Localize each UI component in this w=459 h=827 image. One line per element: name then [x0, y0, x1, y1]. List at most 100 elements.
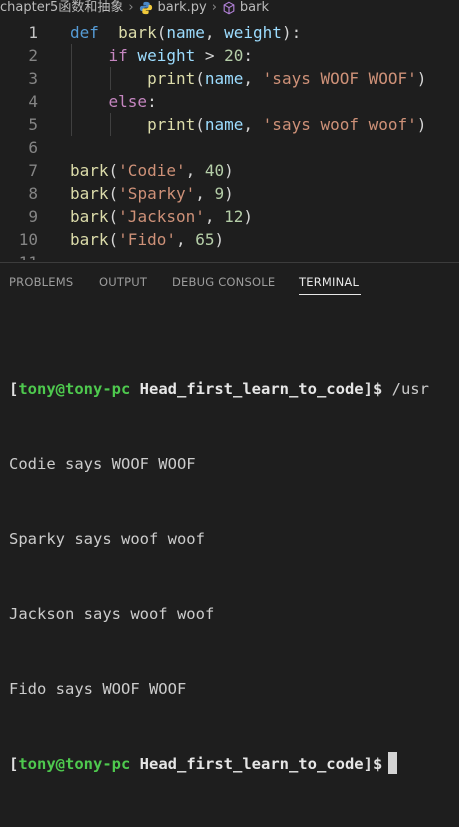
terminal-output-line: Fido says WOOF WOOF [9, 680, 187, 698]
code-text: bark('Fido', 65) [70, 228, 224, 251]
code-token: : [243, 46, 254, 65]
code-line[interactable]: 9 bark('Jackson', 12) [0, 205, 459, 228]
code-text: def bark(name, weight): [70, 21, 301, 44]
code-text: else: [70, 90, 157, 113]
code-line[interactable]: 2 if weight > 20: [0, 44, 459, 67]
code-token: : [147, 92, 157, 111]
code-token: print [147, 69, 196, 88]
tab-output[interactable]: OUTPUT [99, 275, 147, 289]
code-token: , [243, 69, 263, 88]
code-token: 65 [195, 230, 215, 249]
code-line[interactable]: 1 def bark(name, weight): [0, 21, 459, 44]
code-token: if [108, 46, 128, 65]
code-token: 20 [224, 46, 244, 65]
code-token: ): [281, 23, 302, 42]
code-text: print(name, 'says woof woof') [70, 113, 426, 136]
code-token: ) [416, 115, 427, 134]
code-line[interactable]: 11 [0, 251, 459, 260]
code-editor[interactable]: 1 def bark(name, weight): 2 if weight > 20… [0, 20, 459, 260]
prompt-symbol: ]$ [363, 380, 383, 398]
terminal-cursor [388, 752, 398, 774]
prompt-cwd: Head_first_learn_to_code [139, 380, 364, 398]
terminal-command: /usr [382, 380, 429, 398]
code-line[interactable]: 4 else: [0, 90, 459, 113]
code-token: ) [214, 230, 225, 249]
code-token: ) [224, 184, 234, 203]
code-token: 'Codie' [118, 161, 186, 180]
code-token: ( [108, 230, 119, 249]
code-token: ) [416, 69, 427, 88]
function-symbol-icon [223, 1, 235, 15]
bottom-panel: PROBLEMS OUTPUT DEBUG CONSOLE TERMINAL [… [0, 262, 459, 774]
code-token: bark [70, 230, 109, 249]
chevron-right-icon: › [211, 0, 217, 15]
indent-guide [110, 113, 111, 136]
code-line[interactable]: 10 bark('Fido', 65) [0, 228, 459, 251]
indent-guide [110, 67, 111, 90]
line-number: 10 [18, 230, 38, 249]
prompt-user-host: tony@tony-pc [18, 755, 131, 773]
code-token: , [204, 207, 225, 226]
code-token: else [108, 92, 148, 111]
line-number: 9 [28, 207, 38, 226]
code-text: bark('Codie', 40) [70, 159, 234, 182]
breadcrumb-symbol[interactable]: bark [240, 0, 269, 16]
code-token: ( [195, 69, 205, 88]
code-token: ( [195, 115, 205, 134]
line-number: 6 [28, 138, 38, 157]
line-number: 7 [28, 161, 38, 180]
code-token: name [204, 115, 244, 134]
terminal-output-line: Codie says WOOF WOOF [9, 455, 196, 473]
tab-problems[interactable]: PROBLEMS [9, 275, 73, 289]
code-token: def [70, 23, 99, 42]
code-line[interactable]: 8 bark('Sparky', 9) [0, 182, 459, 205]
code-token: 'Sparky' [118, 184, 196, 203]
code-token: ) [224, 161, 234, 180]
code-line[interactable]: 3 print(name, 'says WOOF WOOF') [0, 67, 459, 90]
code-line[interactable]: 7 bark('Codie', 40) [0, 159, 459, 182]
code-token: name [166, 23, 205, 42]
code-token: weight [224, 23, 282, 42]
prompt-cwd: Head_first_learn_to_code [139, 755, 364, 773]
code-token: weight [127, 46, 196, 65]
tab-debug-console[interactable]: DEBUG CONSOLE [172, 275, 275, 289]
terminal-prompt-line: [tony@tony-pc Head_first_learn_to_code]$… [9, 377, 429, 402]
code-token: ( [156, 23, 167, 42]
code-line[interactable]: 6 [0, 136, 459, 159]
code-token: , [243, 115, 263, 134]
code-text: bark('Jackson', 12) [70, 205, 253, 228]
line-number: 8 [28, 184, 38, 203]
code-token: 12 [224, 207, 244, 226]
line-number: 2 [28, 46, 38, 65]
code-token: , [204, 23, 225, 42]
code-token: ( [108, 161, 119, 180]
code-token: 'says WOOF WOOF' [262, 69, 417, 88]
code-token: 9 [214, 184, 225, 203]
breadcrumb-folder[interactable]: chapter5函数和抽象 [0, 0, 123, 16]
terminal-prompt-line: [tony@tony-pc Head_first_learn_to_code]$ [9, 752, 429, 777]
prompt-symbol: ]$ [363, 755, 383, 773]
code-token: , [185, 161, 205, 180]
breadcrumb-file[interactable]: bark.py [158, 0, 207, 16]
code-token: 'Fido' [118, 230, 176, 249]
code-token: > [195, 46, 225, 65]
chevron-right-icon: › [128, 0, 134, 15]
code-token: , [195, 184, 215, 203]
code-token: , [175, 230, 196, 249]
python-file-icon [139, 1, 152, 15]
terminal-output-line: Sparky says woof woof [9, 530, 205, 548]
code-token: ( [108, 207, 119, 226]
terminal-output[interactable]: [tony@tony-pc Head_first_learn_to_code]$… [9, 327, 429, 827]
code-token: print [147, 115, 196, 134]
code-line[interactable]: 5 print(name, 'says woof woof') [0, 113, 459, 136]
line-number: 3 [28, 69, 38, 88]
tab-terminal[interactable]: TERMINAL [299, 275, 359, 289]
code-token: ( [108, 184, 119, 203]
active-tab-indicator [299, 294, 361, 295]
line-number: 1 [28, 23, 38, 42]
code-token: 'says woof woof' [262, 115, 417, 134]
